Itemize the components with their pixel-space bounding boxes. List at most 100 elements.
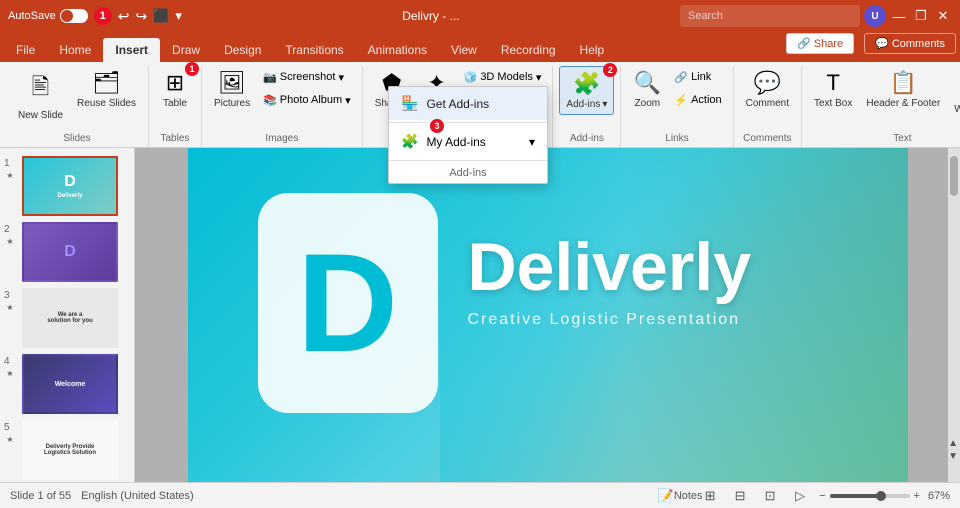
addins-footer-label: Add-ins [389,163,547,183]
comment-button[interactable]: 💬 Comment [740,66,795,113]
table-label: Table [163,98,187,109]
slide-num-1: 1 [4,158,16,169]
textbox-button[interactable]: T Text Box [808,66,858,113]
search-input[interactable] [680,5,860,27]
action-button[interactable]: ⚡ Action [669,89,726,111]
slide-image-1[interactable]: D Deliverly [22,156,118,216]
tab-help[interactable]: Help [568,38,617,62]
scroll-bar[interactable]: ▲ ▼ [948,148,960,482]
slide-thumb-3[interactable]: 3 ★ We are a solution for you [4,288,130,348]
tab-file[interactable]: File [4,38,47,62]
3d-models-button[interactable]: 🧊 3D Models ▾ [459,66,547,88]
header-footer-icon: 📋 [890,70,917,96]
scroll-down[interactable]: ▼ [948,451,958,462]
wordart-button[interactable]: Ａ WordArt [948,66,960,119]
action-label: Action [691,94,722,106]
pictures-button[interactable]: 🖼 Pictures [208,66,256,113]
tab-animations[interactable]: Animations [356,38,439,62]
slide-area: D Deliverly Creative Logistic Presentati… [135,148,960,482]
reuse-slides-label: Reuse Slides [77,98,136,109]
table-button[interactable]: ⊞ Table 1 [155,66,195,113]
zoom-icon: 🔍 [634,70,661,96]
zoom-in-button[interactable]: + [914,490,920,502]
comment-icon: 💬 [875,37,889,50]
autosave-toggle[interactable] [60,9,88,23]
links-group-label: Links [665,133,688,147]
title-bar-left: AutoSave 1 ↩ ↪ ⬛ ▾ [8,7,182,25]
slide-d-letter: D [297,233,398,373]
normal-view-button[interactable]: ⊞ [699,485,721,507]
zoom-button[interactable]: 🔍 Zoom [627,66,667,113]
new-slide-button[interactable]: 🖹 New Slide [12,66,69,125]
share-button[interactable]: 🔗 Share [786,33,854,54]
scroll-thumb[interactable] [950,156,958,196]
reuse-slides-button[interactable]: 🗂 Reuse Slides [71,66,142,113]
notes-icon: 📝 [658,488,674,504]
zoom-slider[interactable] [830,494,910,498]
tab-home[interactable]: Home [47,38,103,62]
zoom-out-button[interactable]: − [819,490,825,502]
slide-thumb-1[interactable]: 1 ★ D Deliverly [4,156,130,216]
comment-btn-label: Comment [746,98,789,109]
tab-transitions[interactable]: Transitions [273,38,355,62]
comments-button[interactable]: 💬 Comments [864,33,956,54]
header-footer-button[interactable]: 📋 Header & Footer [860,66,946,113]
addins-button[interactable]: 🧩 Add-ins ▾ 2 [559,66,614,115]
undo-icon[interactable]: ↩ [118,8,130,25]
slide-info: Slide 1 of 55 [10,490,71,502]
tab-draw[interactable]: Draw [160,38,212,62]
get-addins-label: Get Add-ins [426,97,489,111]
ribbon-group-text: T Text Box 📋 Header & Footer Ａ WordArt T… [802,66,960,147]
photo-album-label: Photo Album [280,94,342,106]
slide-thumb-2[interactable]: 2 ★ D [4,222,130,282]
status-bar: Slide 1 of 55 English (United States) 📝 … [0,482,960,508]
my-addins-item[interactable]: 🧩 My Add-ins ▾ [389,125,547,158]
reading-view-button[interactable]: ⊡ [759,485,781,507]
main-area: 1 ★ D Deliverly 2 ★ D 3 [0,148,960,482]
slide-image-2[interactable]: D [22,222,118,282]
screenshot-button[interactable]: 📷 Screenshot ▾ [258,66,356,88]
header-footer-label: Header & Footer [866,98,940,109]
minimize-button[interactable]: — [890,7,908,25]
link-icon: 🔗 [674,71,688,84]
slideshow-button[interactable]: ▷ [789,485,811,507]
slide-thumb-5[interactable]: 5 ★ Deliverly Provide Logistics Solution [4,420,130,480]
link-button[interactable]: 🔗 Link [669,66,726,88]
close-button[interactable]: ✕ [934,7,952,25]
ribbon-group-comments: 💬 Comment Comments [734,66,802,147]
slide-image-5[interactable]: Deliverly Provide Logistics Solution [22,420,118,480]
restore-button[interactable]: ❐ [912,7,930,25]
photo-album-button[interactable]: 📚 Photo Album ▾ [258,89,356,111]
tab-view[interactable]: View [439,38,489,62]
notes-button[interactable]: 📝 Notes [669,485,691,507]
badge-1-indicator: 1 [185,62,199,76]
scroll-up[interactable]: ▲ [948,438,958,449]
zoom-level: 67% [928,490,950,502]
3d-models-label: 3D Models [480,71,533,83]
ribbon-group-tables: ⊞ Table 1 Tables [149,66,202,147]
slide-thumb-4[interactable]: 4 ★ Welcome [4,354,130,414]
addins-dropdown: 🏪 Get Add-ins 🧩 My Add-ins ▾ Add-ins [388,86,548,184]
slide-image-3[interactable]: We are a solution for you [22,288,118,348]
redo-icon[interactable]: ↪ [135,8,147,25]
zoom-control: − + 67% [819,490,950,502]
comments-group-label: Comments [743,133,791,147]
more-icon[interactable]: ▾ [175,8,182,24]
slide-image-4[interactable]: Welcome [22,354,118,414]
3d-models-icon: 🧊 [464,71,478,84]
slides-panel[interactable]: 1 ★ D Deliverly 2 ★ D 3 [0,148,135,482]
ribbon-group-slides: 🖹 New Slide 🗂 Reuse Slides Slides [6,66,149,147]
screenshot-icon: 📷 [263,71,277,84]
slide-sorter-button[interactable]: ⊟ [729,485,751,507]
autosave-label: AutoSave [8,10,56,22]
comment-btn-icon: 💬 [754,70,781,96]
zoom-label: Zoom [635,98,661,109]
tab-recording[interactable]: Recording [489,38,568,62]
tab-design[interactable]: Design [212,38,273,62]
present-icon[interactable]: ⬛ [153,8,169,24]
autosave-area[interactable]: AutoSave 1 [8,7,112,25]
avatar[interactable]: U [864,5,886,27]
screenshot-label: Screenshot [280,71,336,83]
get-addins-item[interactable]: 🏪 Get Add-ins [389,87,547,120]
tab-insert[interactable]: Insert [103,38,160,62]
